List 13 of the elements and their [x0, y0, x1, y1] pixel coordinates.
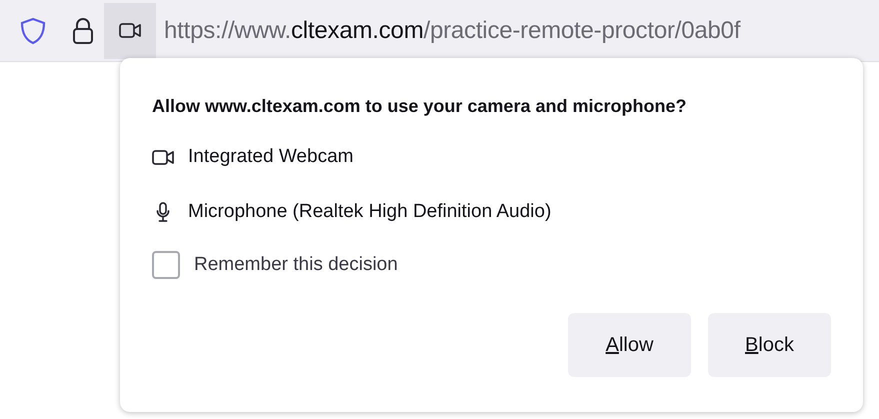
device-label: Microphone (Realtek High Definition Audio) — [188, 201, 552, 223]
camera-icon — [119, 22, 141, 39]
remember-label[interactable]: Remember this decision — [194, 254, 398, 276]
device-label: Integrated Webcam — [188, 146, 354, 168]
shield-icon[interactable] — [20, 16, 46, 44]
block-button[interactable]: Block — [708, 313, 831, 377]
microphone-icon — [156, 202, 170, 222]
lock-icon[interactable] — [72, 16, 94, 44]
camera-permission-button[interactable] — [104, 2, 156, 58]
permission-question: Allow www.cltexam.com to use your camera and microphone? — [152, 96, 688, 117]
remember-checkbox[interactable] — [152, 251, 180, 279]
allow-button[interactable]: Allow — [568, 313, 691, 377]
camera-icon — [152, 148, 174, 166]
